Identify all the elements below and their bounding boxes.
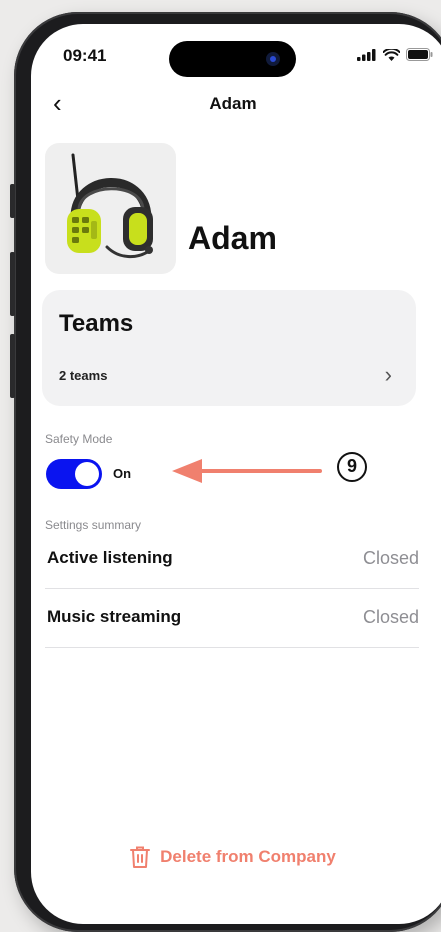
safety-mode-toggle[interactable] [46,459,102,489]
teams-count: 2 teams [59,368,108,383]
row-value: Closed [362,607,419,627]
teams-card[interactable]: Teams 2 teams › [42,290,416,406]
dynamic-island [169,41,296,77]
silent-switch [10,184,15,218]
settings-row-music-streaming[interactable]: Music streaming Closed [45,589,419,648]
camera-icon [266,52,280,66]
status-icons [357,48,433,61]
row-label: Music streaming [47,607,182,626]
headset-image [67,153,153,258]
chevron-right-icon: › [384,362,392,387]
signal-icon [357,48,376,61]
annotation-arrow [172,459,322,483]
delete-label: Delete from Company [160,847,336,866]
settings-row-active-listening[interactable]: Active listening Closed [45,530,419,589]
nav-title: Adam [209,94,257,113]
volume-down-button [10,334,15,398]
row-value: Closed [362,548,419,568]
toggle-knob [75,462,99,486]
trash-icon [130,846,151,868]
safety-mode-label: Safety Mode [45,432,113,446]
row-label: Active listening [47,548,173,567]
annotation-number-badge: 9 [337,452,367,482]
wifi-icon [383,48,400,61]
delete-from-company-button[interactable]: Delete from Company [31,846,435,868]
profile-name: Adam [188,220,277,256]
volume-up-button [10,252,15,316]
teams-title: Teams [59,310,134,337]
status-time: 09:41 [63,46,107,65]
toggle-state-label: On [113,466,132,481]
device-image [45,143,176,274]
battery-icon [406,48,433,61]
